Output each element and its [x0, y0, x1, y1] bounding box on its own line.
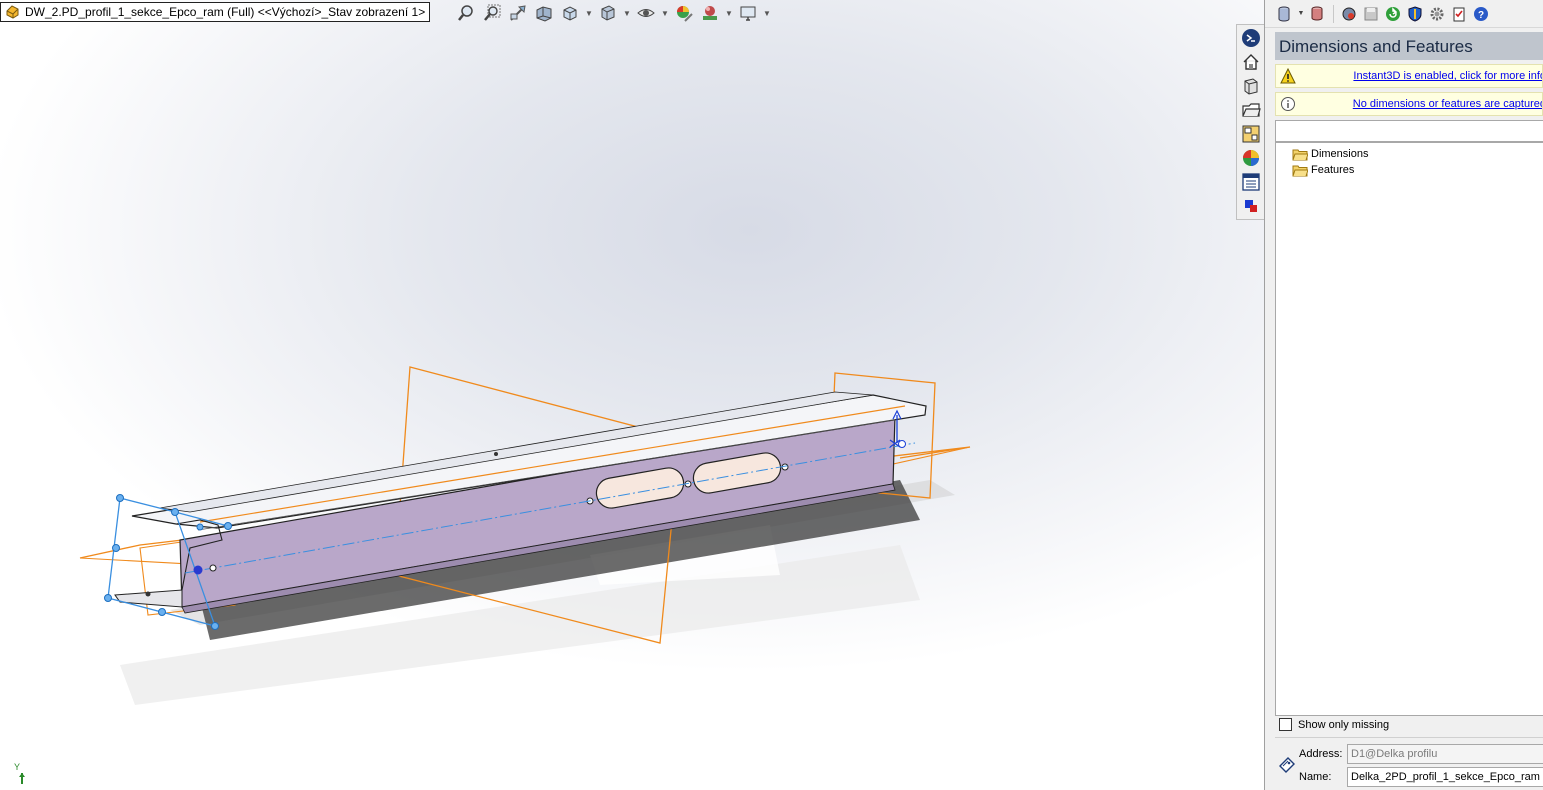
extension-icon[interactable] — [1240, 195, 1262, 217]
triad-arrow-icon — [19, 773, 25, 784]
shield-icon[interactable] — [1406, 5, 1424, 23]
tree-item-label: Dimensions — [1311, 148, 1369, 160]
folder-icon — [1292, 149, 1308, 160]
dimension-tag-icon — [1279, 757, 1295, 773]
search-input[interactable] — [1275, 120, 1543, 142]
name-label: Name: — [1299, 771, 1332, 783]
dimensions-features-panel: ▼ ? Dimensions and Features Instant3D is… — [1264, 0, 1543, 790]
database-dropdown-icon[interactable]: ▼ — [1297, 10, 1305, 17]
help-icon[interactable]: ? — [1472, 5, 1490, 23]
settings-gear-icon[interactable] — [1428, 5, 1446, 23]
tree-item-dimensions[interactable]: Dimensions — [1276, 146, 1543, 162]
home-icon[interactable] — [1240, 51, 1262, 73]
refresh-icon[interactable] — [1384, 5, 1402, 23]
graphics-area[interactable]: DW_2.PD_profil_1_sekce_Epco_ram (Full) <… — [0, 0, 1264, 790]
solidworks-resources-icon[interactable] — [1240, 27, 1262, 49]
show-only-missing-label: Show only missing — [1298, 718, 1390, 731]
panel-toolbar: ▼ ? — [1265, 0, 1543, 28]
custom-properties-icon[interactable] — [1240, 171, 1262, 193]
no-dimensions-info-link[interactable]: No dimensions or features are captured — [1353, 98, 1542, 110]
tree-item-label: Features — [1311, 164, 1355, 176]
show-only-missing-checkbox[interactable] — [1279, 718, 1292, 731]
tree-item-features[interactable]: Features — [1276, 162, 1543, 178]
task-pane-tab-strip — [1236, 24, 1264, 220]
instant3d-warning-link[interactable]: Instant3D is enabled, click for more inf… — [1353, 70, 1542, 82]
design-library-icon[interactable] — [1240, 75, 1262, 97]
panel-title: Dimensions and Features — [1275, 32, 1543, 60]
part-model-3d[interactable] — [0, 0, 1264, 790]
name-field[interactable]: Delka_2PD_profil_1_sekce_Epco_ram — [1347, 767, 1543, 787]
warning-icon — [1280, 68, 1296, 84]
triad-y-label: Y — [14, 762, 21, 772]
file-explorer-icon[interactable] — [1240, 99, 1262, 121]
toolbar-separator — [1333, 4, 1334, 23]
no-dimensions-info[interactable]: No dimensions or features are captured — [1275, 92, 1543, 116]
address-field: D1@Delka profilu — [1347, 744, 1543, 764]
folder-icon — [1292, 165, 1308, 176]
appearances-icon[interactable] — [1240, 147, 1262, 169]
address-label: Address: — [1299, 748, 1343, 760]
show-only-missing-option[interactable]: Show only missing — [1279, 718, 1389, 731]
view-palette-icon[interactable] — [1240, 123, 1262, 145]
save-icon[interactable] — [1362, 5, 1380, 23]
reference-triad: Y — [14, 762, 25, 784]
dimensions-features-tree[interactable]: Dimensions Features — [1275, 142, 1543, 716]
instant3d-warning[interactable]: Instant3D is enabled, click for more inf… — [1275, 64, 1543, 88]
svg-text:?: ? — [1478, 10, 1484, 21]
database-icon[interactable] — [1275, 5, 1293, 23]
info-icon — [1281, 97, 1295, 111]
checklist-icon[interactable] — [1450, 5, 1468, 23]
item-details: Address: D1@Delka profilu Name: Delka_2P… — [1275, 737, 1543, 790]
data-source-icon[interactable] — [1309, 5, 1327, 23]
capture-icon[interactable] — [1340, 5, 1358, 23]
